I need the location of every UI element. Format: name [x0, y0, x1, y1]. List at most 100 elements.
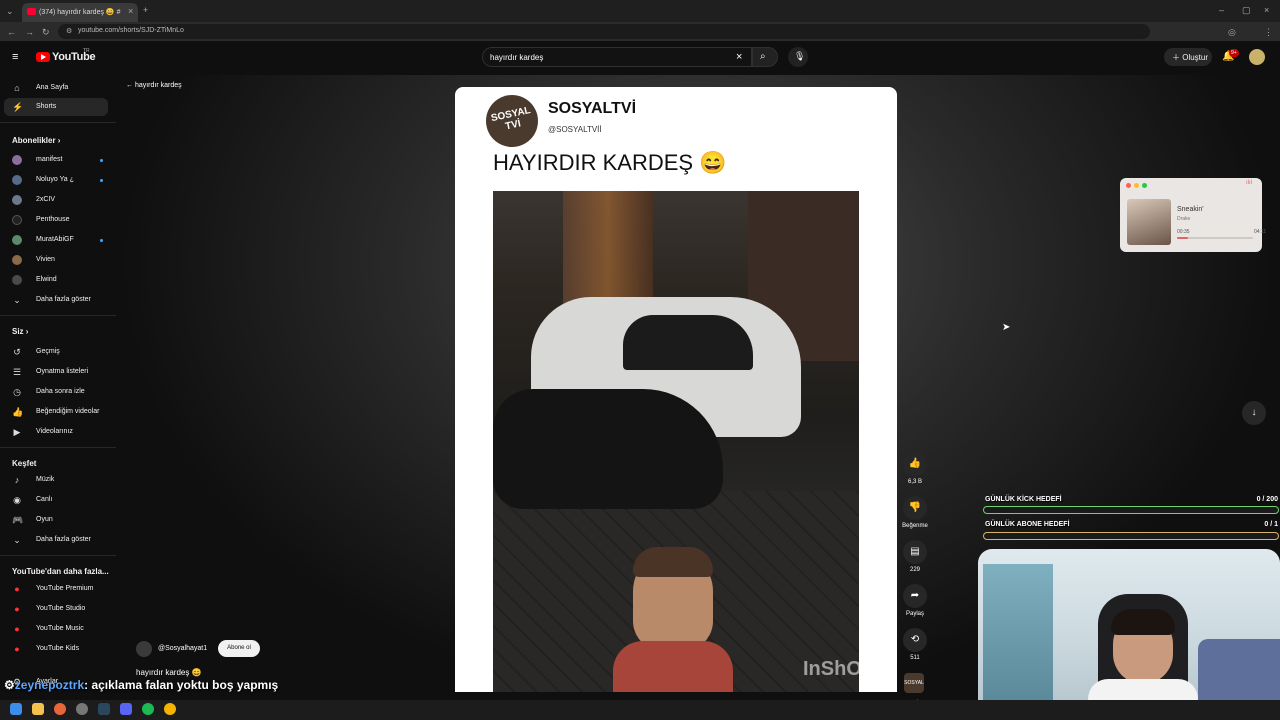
sidebar-item-gaming[interactable]: 🎮 Oyun — [4, 511, 108, 529]
sidebar-item-shorts[interactable]: ⚡ Shorts — [4, 98, 108, 116]
youtube-logo-icon[interactable] — [36, 52, 50, 62]
divider — [0, 315, 116, 316]
sidebar-item-home[interactable]: ⌂ Ana Sayfa — [4, 79, 108, 97]
short-video-card[interactable]: SOSYAL TVİ SOSYALTVİ @SOSYALTVİİ HAYIRDI… — [455, 87, 897, 692]
sidebar-item-liked-videos[interactable]: 👍 Beğendiğim videolar — [4, 403, 108, 421]
chrome-icon[interactable] — [164, 703, 176, 715]
subscriptions-header[interactable]: Abonelikler › — [12, 136, 60, 145]
mouse-cursor-icon: ➤ — [1002, 322, 1011, 333]
now-playing-widget: ılıl Sneakin' Drake 00:35 04:11 — [1120, 178, 1266, 252]
firefox-icon[interactable] — [54, 703, 66, 715]
sidebar-item-youtube-studio[interactable]: ● YouTube Studio — [4, 600, 108, 618]
dislike-button[interactable]: 👎 — [903, 496, 927, 520]
new-tab-icon[interactable]: + — [143, 5, 148, 15]
url-field[interactable]: ⚙ youtube.com/shorts/SJD-ZTiMnLo — [58, 24, 1150, 39]
discord-icon[interactable] — [120, 703, 132, 715]
thumbs-down-icon: 👎 — [908, 502, 922, 513]
comments-button[interactable]: ▤ — [903, 540, 927, 564]
track-elapsed: 00:35 — [1177, 229, 1190, 235]
sidebar-item-show-more[interactable]: ⌄ Daha fazla göster — [4, 531, 108, 549]
video-frame[interactable]: InShOt — [493, 191, 859, 692]
tab-list-icon[interactable]: ⌄ — [6, 6, 14, 16]
hamburger-menu-icon[interactable]: ≡ — [12, 51, 18, 63]
sidebar-item-youtube-kids[interactable]: ● YouTube Kids — [4, 640, 108, 658]
close-dot-icon[interactable] — [1126, 183, 1131, 188]
youtube-favicon-icon — [27, 8, 36, 15]
playlist-icon: ☰ — [12, 367, 22, 377]
card-channel-handle: @SOSYALTVİİ — [548, 125, 602, 134]
sidebar-item-history[interactable]: ↺ Geçmiş — [4, 343, 108, 361]
file-explorer-icon[interactable] — [32, 703, 44, 715]
comment-count: 229 — [909, 567, 920, 573]
sidebar-item-watch-later[interactable]: ◷ Daha sonra izle — [4, 383, 108, 401]
sidebar-item-subscription[interactable]: Elwind — [4, 271, 108, 289]
gaming-icon: 🎮 — [12, 515, 24, 525]
profile-icon[interactable]: ◎ — [1228, 27, 1236, 37]
back-icon[interactable]: ← — [7, 27, 16, 37]
like-button[interactable]: 👍 — [903, 452, 927, 476]
sidebar-item-label: Geçmiş — [36, 348, 60, 355]
overlay-channel-name[interactable]: @Sosyalhayat1 — [158, 645, 207, 652]
plus-icon: ＋ — [1172, 53, 1183, 62]
search-input[interactable]: hayırdır kardeş × — [482, 47, 752, 67]
site-info-icon[interactable]: ⚙ — [66, 27, 72, 37]
sidebar-item-subscription[interactable]: Penthouse — [4, 211, 108, 229]
sidebar-item-youtube-music[interactable]: ● YouTube Music — [4, 620, 108, 638]
shorts-icon: ⚡ — [12, 102, 24, 112]
you-header[interactable]: Siz › — [12, 327, 28, 336]
create-label: Oluştur — [1182, 53, 1209, 62]
goal-kick-value: 0 / 200 — [1256, 496, 1278, 503]
sidebar-item-music[interactable]: ♪ Müzik — [4, 471, 108, 489]
channel-thumbnail[interactable]: SOSYAL TVİ — [904, 673, 924, 706]
video-scene-motorcycle — [493, 389, 723, 509]
back-to-search-link[interactable]: ← hayırdır kardeş — [126, 82, 182, 89]
steam-icon[interactable] — [98, 703, 110, 715]
overlay-channel-avatar[interactable] — [136, 641, 152, 657]
remix-button[interactable]: ⟲ — [903, 628, 927, 652]
windows-start-icon[interactable] — [10, 703, 22, 715]
comment-icon: ▤ — [910, 546, 920, 557]
sidebar-item-live[interactable]: ◉ Canlı — [4, 491, 108, 509]
video-scene-car-window — [623, 315, 753, 370]
browser-tab[interactable]: (374) hayırdır kardeş 😄 # — [22, 3, 138, 22]
spotify-icon[interactable] — [142, 703, 154, 715]
chat-username: zeynepoztrk — [14, 678, 85, 692]
voice-search-button[interactable]: 🎙 — [788, 47, 808, 67]
forward-icon[interactable]: → — [25, 27, 34, 37]
sidebar-item-show-more[interactable]: ⌄ Daha fazla göster — [4, 291, 108, 309]
share-button[interactable]: ➦ — [903, 584, 927, 608]
app-icon[interactable] — [76, 703, 88, 715]
subscribe-button[interactable]: Abone ol — [218, 640, 260, 657]
goal-subscriber-value: 0 / 1 — [1264, 521, 1278, 528]
browser-menu-icon[interactable]: ⋮ — [1264, 27, 1273, 37]
window-close-icon[interactable]: × — [1264, 5, 1269, 15]
share-icon: ➦ — [910, 590, 920, 601]
sidebar-item-subscription[interactable]: Noluyo Ya ¿ — [4, 171, 108, 189]
chevron-down-icon: ⌄ — [13, 295, 21, 305]
next-video-button[interactable]: ↓ — [1242, 401, 1266, 425]
sidebar-item-subscription[interactable]: manifest — [4, 151, 108, 169]
sidebar-item-subscription[interactable]: Vivien — [4, 251, 108, 269]
sidebar-item-subscription[interactable]: 2xCIV — [4, 191, 108, 209]
search-button[interactable]: ⌕ — [752, 47, 778, 67]
sidebar-item-subscription[interactable]: MuratAbiGF — [4, 231, 108, 249]
track-title: Sneakin' — [1177, 206, 1204, 213]
minimize-dot-icon[interactable] — [1134, 183, 1139, 188]
zoom-dot-icon[interactable] — [1142, 183, 1147, 188]
sidebar-item-youtube-premium[interactable]: ● YouTube Premium — [4, 580, 108, 598]
minimize-icon[interactable]: – — [1219, 5, 1224, 15]
sidebar-item-label: manifest — [36, 156, 63, 163]
sidebar-item-your-videos[interactable]: ▶ Videolarınız — [4, 423, 108, 441]
sidebar: ⌂ Ana Sayfa ⚡ Shorts Abonelikler › manif… — [0, 75, 116, 700]
avatar[interactable] — [1249, 49, 1265, 65]
clear-search-icon[interactable]: × — [736, 51, 742, 63]
channel-avatar — [12, 155, 22, 165]
create-button[interactable]: ＋ Oluştur — [1164, 48, 1212, 66]
sidebar-item-label: YouTube Studio — [36, 605, 86, 612]
sidebar-item-playlists[interactable]: ☰ Oynatma listeleri — [4, 363, 108, 381]
maximize-icon[interactable]: ▢ — [1242, 5, 1251, 15]
short-title: hayırdır kardeş 😄 — [136, 668, 202, 677]
tab-close-icon[interactable]: × — [128, 6, 133, 16]
notification-badge: 9+ — [1229, 49, 1239, 57]
reload-icon[interactable]: ↻ — [42, 27, 50, 37]
